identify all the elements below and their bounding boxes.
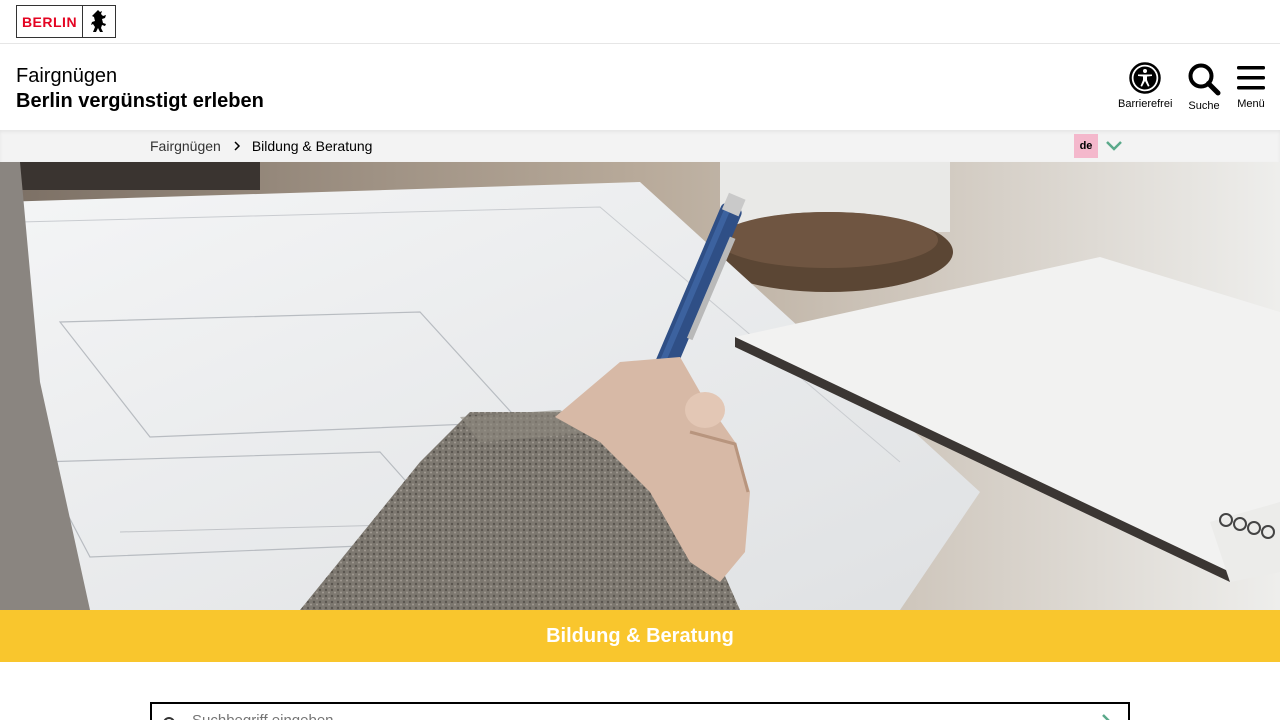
site-title-line2: Berlin vergünstigt erleben xyxy=(16,90,264,112)
search-submit-arrow-icon[interactable] xyxy=(1100,713,1114,720)
search-box[interactable] xyxy=(150,702,1130,720)
site-header: Fairgnügen Berlin vergünstigt erleben Ba… xyxy=(0,44,1280,130)
accessibility-icon xyxy=(1129,62,1161,94)
search-field-icon xyxy=(162,716,178,720)
hero-image xyxy=(0,162,1280,610)
search-button[interactable]: Suche xyxy=(1187,62,1221,112)
search-label: Suche xyxy=(1188,100,1220,112)
language-chevron-down-icon[interactable] xyxy=(1105,139,1123,157)
accessibility-label: Barrierefrei xyxy=(1118,98,1173,110)
chevron-right-icon xyxy=(233,138,241,154)
language-badge[interactable]: de xyxy=(1074,134,1098,158)
hamburger-icon xyxy=(1236,62,1266,94)
breadcrumb-home-link[interactable]: Fairgnügen xyxy=(150,138,221,154)
breadcrumb-current: Bildung & Beratung xyxy=(251,138,373,154)
top-bar: BERLIN xyxy=(0,0,1280,44)
menu-label: Menü xyxy=(1237,98,1265,110)
page-title: Bildung & Beratung xyxy=(546,624,734,647)
page-title-band: Bildung & Beratung xyxy=(0,610,1280,662)
berlin-logo[interactable]: BERLIN xyxy=(16,5,116,38)
search-input[interactable] xyxy=(192,712,1052,720)
breadcrumb: Fairgnügen Bildung & Beratung xyxy=(150,138,372,154)
site-title[interactable]: Fairgnügen Berlin vergünstigt erleben xyxy=(16,64,264,114)
berlin-bear-icon xyxy=(83,6,115,37)
menu-button[interactable]: Menü xyxy=(1236,62,1266,110)
site-title-line1: Fairgnügen xyxy=(16,65,118,87)
accessibility-button[interactable]: Barrierefrei xyxy=(1118,62,1172,110)
berlin-logo-text: BERLIN xyxy=(17,6,83,37)
search-icon xyxy=(1187,62,1221,96)
